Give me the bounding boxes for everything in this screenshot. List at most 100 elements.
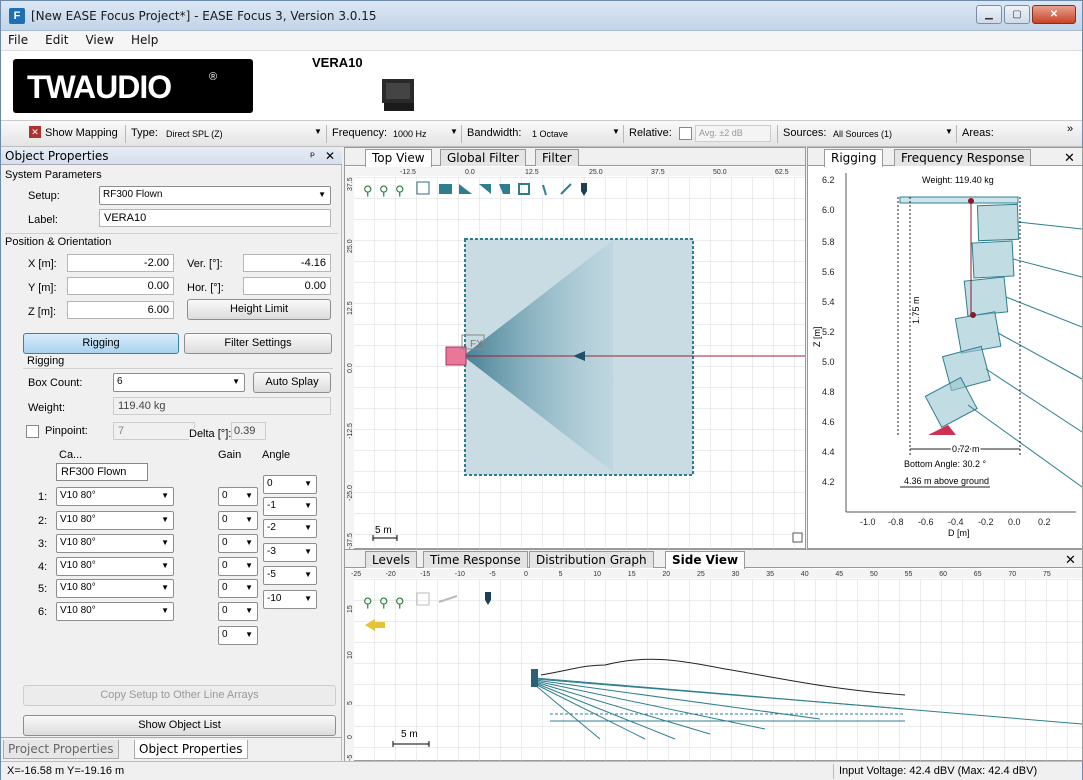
angle-dropdown-6[interactable]: -10 ▼ — [263, 590, 317, 609]
pinpoint-checkbox[interactable] — [26, 425, 39, 438]
frequency-chevron-down-icon[interactable]: ▼ — [450, 127, 458, 136]
side-view-close-icon[interactable]: ✕ — [1065, 552, 1076, 568]
x-input[interactable]: -2.00 — [67, 254, 174, 272]
box-cabinet-dropdown[interactable]: V10 80° ▼ — [56, 487, 174, 506]
zoom-out-icon[interactable]: ⚲ — [379, 183, 389, 198]
box-gain-dropdown[interactable]: 0 ▼ — [218, 487, 258, 506]
side-x-tick: 65 — [974, 571, 982, 578]
avg-dropdown[interactable]: Avg. ±2 dB — [695, 125, 771, 142]
cabinet-header-field[interactable]: RF300 Flown — [56, 463, 148, 481]
rigging-close-icon[interactable]: ✕ — [1064, 150, 1075, 166]
zoom-in-icon[interactable]: ⚲ — [363, 595, 373, 610]
menu-edit[interactable]: Edit — [38, 31, 75, 49]
angle-dropdown-1[interactable]: 0 ▼ — [263, 475, 317, 494]
zoom-fit-icon[interactable]: ⚲ — [395, 595, 405, 610]
sources-chevron-down-icon[interactable]: ▼ — [945, 127, 953, 136]
tab-project-properties[interactable]: Project Properties — [3, 740, 119, 759]
extra-gain-dropdown[interactable]: 0 ▼ — [218, 626, 258, 645]
setup-dropdown[interactable]: RF300 Flown ▼ — [99, 186, 331, 205]
sources-dropdown[interactable]: All Sources (1) — [833, 129, 892, 139]
top-view-canvas[interactable]: -12.5 0.0 12.5 25.0 37.5 50.0 62.5 37.5 … — [345, 167, 805, 549]
pin-icon[interactable]: ᵖ — [310, 149, 315, 163]
gain-value: 0 — [222, 629, 228, 640]
zoom-in-icon[interactable]: ⚲ — [363, 183, 373, 198]
tab-top-view[interactable]: Top View — [365, 149, 432, 167]
side-x-tick: 70 — [1008, 571, 1016, 578]
z-tick: 4.8 — [822, 387, 835, 397]
box-cabinet-dropdown[interactable]: V10 80° ▼ — [56, 579, 174, 598]
rect-area-icon[interactable] — [439, 184, 452, 194]
hor-input[interactable]: 0.00 — [243, 277, 331, 295]
toolbar-overflow-button[interactable]: » — [1067, 123, 1073, 135]
corner-resize-icon[interactable] — [792, 532, 803, 543]
bandwidth-dropdown[interactable]: 1 Octave — [532, 129, 568, 139]
tab-levels[interactable]: Levels — [365, 551, 417, 568]
auto-splay-button[interactable]: Auto Splay — [253, 372, 331, 393]
maximize-button[interactable]: ▢ — [1004, 5, 1030, 24]
box-cabinet-dropdown[interactable]: V10 80° ▼ — [56, 602, 174, 621]
frequency-dropdown[interactable]: 1000 Hz — [393, 129, 427, 139]
minimize-button[interactable]: ▁ — [976, 5, 1002, 24]
type-dropdown[interactable]: Direct SPL (Z) — [166, 129, 223, 139]
angle-dropdown-4[interactable]: -3 ▼ — [263, 543, 317, 562]
copy-setup-button[interactable]: Copy Setup to Other Line Arrays — [23, 685, 336, 706]
box-cabinet-dropdown[interactable]: V10 80° ▼ — [56, 511, 174, 530]
relative-checkbox[interactable] — [679, 127, 692, 140]
tab-frequency-response[interactable]: Frequency Response — [894, 149, 1032, 166]
box-gain-dropdown[interactable]: 0 ▼ — [218, 579, 258, 598]
tab-time-response[interactable]: Time Response — [423, 551, 528, 568]
chevron-down-icon: ▼ — [245, 491, 253, 500]
ver-input[interactable]: -4.16 — [243, 254, 331, 272]
chevron-down-icon: ▼ — [304, 547, 312, 556]
tab-object-properties[interactable]: Object Properties — [134, 740, 248, 759]
z-input[interactable]: 6.00 — [67, 301, 174, 319]
box-gain-dropdown[interactable]: 0 ▼ — [218, 602, 258, 621]
angle-dropdown-2[interactable]: -1 ▼ — [263, 497, 317, 516]
zoom-out-icon[interactable]: ⚲ — [379, 595, 389, 610]
filter-settings-button[interactable]: Filter Settings — [184, 333, 332, 354]
rigging-button[interactable]: Rigging — [23, 333, 179, 354]
box-cabinet-dropdown[interactable]: V10 80° ▼ — [56, 534, 174, 553]
show-mapping-button[interactable]: Show Mapping — [45, 127, 118, 139]
tab-filter[interactable]: Filter — [535, 149, 579, 166]
pinpoint-input[interactable]: 7 — [113, 422, 195, 440]
side-x-tick: -5 — [489, 571, 495, 578]
angle-column-header: Angle — [262, 449, 291, 461]
menu-file[interactable]: File — [1, 31, 35, 49]
box-gain-dropdown[interactable]: 0 ▼ — [218, 557, 258, 576]
box-count-dropdown[interactable]: 6 ▼ — [113, 373, 245, 392]
menu-view[interactable]: View — [78, 31, 120, 49]
type-chevron-down-icon[interactable]: ▼ — [314, 127, 322, 136]
close-window-button[interactable]: ✕ — [1032, 5, 1076, 24]
menu-help[interactable]: Help — [124, 31, 165, 49]
angle-dropdown-5[interactable]: -5 ▼ — [263, 566, 317, 585]
above-ground-text: 4.36 m above ground — [904, 476, 989, 486]
bandwidth-chevron-down-icon[interactable]: ▼ — [612, 127, 620, 136]
application-window: F [New EASE Focus Project*] - EASE Focus… — [0, 0, 1083, 780]
height-limit-button[interactable]: Height Limit — [187, 299, 331, 320]
d-tick: 0.2 — [1038, 517, 1051, 527]
angle-dropdown-3[interactable]: -2 ▼ — [263, 519, 317, 538]
gain-value: 0 — [222, 560, 228, 571]
zoom-fit-icon[interactable]: ⚲ — [395, 183, 405, 198]
delta-label: Delta [°]: — [189, 428, 232, 440]
side-speaker-marker[interactable] — [531, 669, 538, 687]
box-cabinet-dropdown[interactable]: V10 80° ▼ — [56, 557, 174, 576]
box-gain-dropdown[interactable]: 0 ▼ — [218, 511, 258, 530]
label-input[interactable]: VERA10 — [99, 209, 331, 227]
box-gain-dropdown[interactable]: 0 ▼ — [218, 534, 258, 553]
rigging-canvas[interactable]: 6.2 6.0 5.8 5.6 5.4 5.2 5.0 4.8 4.6 4.4 … — [808, 167, 1082, 549]
side-view-canvas[interactable]: -25 -20 -15 -10 -5 0 5 10 15 20 25 30 35 40 45 50 55 60 65… — [345, 569, 1082, 761]
side-x-tick: 25 — [697, 571, 705, 578]
loudspeaker-marker[interactable] — [445, 346, 467, 366]
show-object-list-button[interactable]: Show Object List — [23, 715, 336, 736]
d-tick: -0.4 — [948, 517, 964, 527]
panel-close-icon[interactable]: ✕ — [325, 149, 335, 163]
tab-rigging[interactable]: Rigging — [824, 149, 884, 167]
y-input[interactable]: 0.00 — [67, 277, 174, 295]
tab-global-filter[interactable]: Global Filter — [440, 149, 526, 166]
tab-distribution-graph[interactable]: Distribution Graph — [529, 551, 654, 568]
side-view-tabs: Levels Time Response Distribution Graph … — [345, 550, 1082, 569]
cabinet-value: V10 80° — [60, 514, 96, 525]
tab-side-view[interactable]: Side View — [665, 551, 746, 569]
